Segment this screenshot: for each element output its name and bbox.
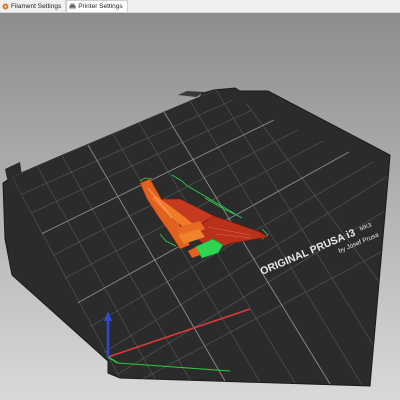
spool-icon [2, 3, 9, 10]
printer-icon [69, 3, 76, 10]
tab-printer-settings[interactable]: Printer Settings [66, 0, 128, 12]
tab-printer-settings-label: Printer Settings [78, 3, 123, 10]
tab-filament-settings[interactable]: Filament Settings [0, 0, 67, 12]
settings-tabbar: Filament Settings Printer Settings [0, 0, 400, 13]
tab-filament-settings-label: Filament Settings [11, 2, 62, 10]
3d-viewport[interactable]: ORIGINAL PRUSA i3 MK3 by Josef Prusa [0, 13, 400, 400]
